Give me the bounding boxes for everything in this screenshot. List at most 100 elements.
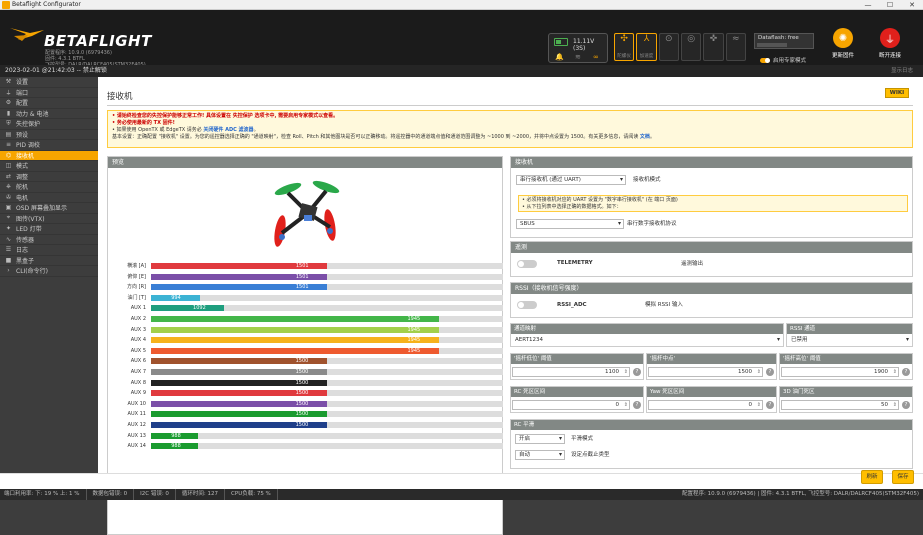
sidebar-item-7[interactable]: ≡ PID 调校 bbox=[0, 140, 98, 151]
channel-track: 1500 bbox=[151, 379, 503, 386]
mag-icon: ⊙ bbox=[658, 33, 679, 61]
sidebar-item-label: 黑盒子 bbox=[16, 257, 35, 265]
sidebar-item-label: 端口 bbox=[16, 89, 29, 97]
channel-row: 方向 [R] 1501 bbox=[108, 283, 504, 291]
channel-row: AUX 8 1500 bbox=[108, 379, 504, 387]
expert-mode[interactable]: 启用专家模式 bbox=[760, 56, 806, 64]
help-icon[interactable]: ? bbox=[766, 368, 774, 376]
sidebar-item-label: 失控保护 bbox=[16, 121, 41, 129]
sidebar-item-1[interactable]: ⚒ 设置 bbox=[0, 77, 98, 88]
wiki-button[interactable]: WIKI bbox=[885, 88, 909, 98]
stick-low-input[interactable]: 1100 bbox=[512, 367, 630, 377]
action-bar bbox=[0, 473, 923, 489]
help-icon[interactable]: ? bbox=[902, 401, 910, 409]
channel-row: 油门 [T] 994 bbox=[108, 294, 504, 302]
stick-center-input[interactable]: 1500 bbox=[648, 367, 763, 377]
show-log-link[interactable]: 显示日志 bbox=[891, 65, 913, 77]
receiver-note-1: • 必须将接收机对应的 UART 设置为 "数字串行接收机" (在 端口 页面) bbox=[522, 197, 678, 203]
usb-icon: ⏚ bbox=[880, 28, 900, 48]
deadband-3d-input[interactable]: 50 bbox=[781, 400, 899, 410]
rssi-adc-switch[interactable] bbox=[517, 301, 537, 309]
adc-filter-link[interactable]: 关闭硬件 ADC 滤波器 bbox=[203, 127, 253, 133]
channel-track: 1945 bbox=[151, 347, 503, 354]
channel-row: 横滚 [A] 1501 bbox=[108, 262, 504, 270]
serial-provider-select[interactable]: SBUS bbox=[516, 219, 624, 229]
sidebar-item-19[interactable]: › CLI(命令行) bbox=[0, 266, 98, 277]
refresh-button[interactable]: 刷新 bbox=[861, 470, 883, 484]
channel-value: 1501 bbox=[295, 263, 309, 269]
sidebar-item-13[interactable]: ▣ OSD 屏幕叠加显示 bbox=[0, 203, 98, 214]
smoothing-mode-select[interactable]: 开启 bbox=[515, 434, 565, 444]
disconnect-button[interactable]: ⏚ 断开连接 bbox=[873, 28, 907, 59]
close-button[interactable]: ✕ bbox=[901, 0, 923, 10]
rssi-channel-select[interactable]: 已禁用 bbox=[788, 336, 911, 346]
channel-map-input[interactable]: AERT1234 bbox=[512, 336, 782, 346]
osd-icon: ▣ bbox=[5, 204, 12, 212]
channel-value: 1500 bbox=[295, 422, 309, 428]
stick-center-group: '摇杆中点' 1500 ? bbox=[646, 353, 777, 380]
smoothing-cutoff-select[interactable]: 自动 bbox=[515, 450, 565, 460]
sidebar-item-12[interactable]: ✇ 电机 bbox=[0, 193, 98, 203]
help-icon[interactable]: ? bbox=[633, 368, 641, 376]
rssi-channel-header: RSSI 通道 bbox=[787, 324, 912, 334]
sidebar-item-15[interactable]: ✦ LED 灯带 bbox=[0, 224, 98, 235]
channel-row: AUX 11 1500 bbox=[108, 410, 504, 418]
rc-deadband-input[interactable]: 0 bbox=[512, 400, 630, 410]
rc-smoothing-header: RC 平滑 bbox=[511, 420, 912, 430]
sidebar-item-17[interactable]: ☰ 日志 bbox=[0, 245, 98, 256]
cpu-load: CPU负载: 75 % bbox=[231, 489, 278, 500]
receiver-mode-select[interactable]: 串行接收机 (通过 UART) bbox=[516, 175, 626, 185]
sidebar-item-16[interactable]: ∿ 传感器 bbox=[0, 235, 98, 245]
sidebar-item-14[interactable]: ⌖ 图传(VTX) bbox=[0, 214, 98, 224]
help-icon[interactable]: ? bbox=[766, 401, 774, 409]
help-icon[interactable]: ? bbox=[633, 401, 641, 409]
telemetry-switch[interactable] bbox=[517, 260, 537, 268]
docs-link[interactable]: 文档 bbox=[640, 134, 650, 140]
channel-track: 1500 bbox=[151, 422, 503, 428]
sidebar-item-6[interactable]: ▤ 预设 bbox=[0, 130, 98, 140]
smoothing-cutoff-label: 设定点截止类型 bbox=[571, 452, 610, 458]
motor-icon: ✇ bbox=[5, 193, 12, 201]
save-button[interactable]: 保存 bbox=[892, 470, 914, 484]
expert-mode-toggle[interactable] bbox=[760, 57, 770, 63]
sidebar-item-10[interactable]: ⇄ 调整 bbox=[0, 172, 98, 182]
note-line-2: • 务必使用最新的 TX 固件! bbox=[112, 120, 175, 126]
yaw-deadband-input[interactable]: 0 bbox=[648, 400, 763, 410]
stick-high-input[interactable]: 1900 bbox=[781, 367, 899, 377]
app-icon bbox=[2, 1, 10, 9]
sidebar-item-label: LED 灯带 bbox=[16, 226, 42, 234]
channel-label: AUX 5 bbox=[130, 347, 146, 354]
sidebar-item-9[interactable]: ◫ 模式 bbox=[0, 161, 98, 172]
channel-row: AUX 4 1945 bbox=[108, 336, 504, 344]
receiver-note: • 必须将接收机对应的 UART 设置为 "数字串行接收机" (在 端口 页面)… bbox=[518, 195, 908, 212]
battery-icon: ▮ bbox=[6, 109, 11, 117]
channel-value: 1945 bbox=[407, 326, 421, 333]
sidebar-item-2[interactable]: ⏚ 端口 bbox=[0, 88, 98, 98]
modes-icon: ◫ bbox=[5, 162, 12, 170]
channel-track: 1501 bbox=[151, 273, 503, 280]
sidebar-item-5[interactable]: ⛨ 失控保护 bbox=[0, 119, 98, 130]
sidebar-item-3[interactable]: ⚙ 配置 bbox=[0, 98, 98, 109]
maximize-button[interactable]: ☐ bbox=[879, 0, 901, 10]
led-icon: ✦ bbox=[5, 225, 12, 233]
rssi-channel-group: RSSI 通道 已禁用 bbox=[786, 323, 913, 347]
channel-value: 1945 bbox=[407, 316, 421, 322]
sidebar-item-8[interactable]: ⌬ 接收机 bbox=[0, 150, 98, 161]
channel-track: 994 bbox=[151, 294, 503, 301]
sidebar-item-11[interactable]: ⎈ 舵机 bbox=[0, 182, 98, 193]
channel-value: 1500 bbox=[295, 390, 309, 397]
sidebar-item-4[interactable]: ▮ 动力 & 电池 bbox=[0, 109, 98, 119]
channel-row: AUX 2 1945 bbox=[108, 315, 504, 323]
i2c-errors: I2C 错误: 0 bbox=[140, 489, 176, 500]
channel-track: 988 bbox=[151, 432, 503, 439]
rc-smoothing-group: RC 平滑 开启 平滑模式 自动 设定点截止类型 bbox=[510, 419, 913, 469]
rssi-adc-desc: 模拟 RSSI 输入 bbox=[645, 302, 683, 308]
baro-icon: ◎ bbox=[680, 33, 702, 61]
update-firmware-button[interactable]: ✺ 更新固件 bbox=[826, 28, 860, 59]
accel-icon: ⅄ 加速度 bbox=[636, 33, 657, 61]
help-icon[interactable]: ? bbox=[902, 368, 910, 376]
minimize-button[interactable]: — bbox=[857, 0, 879, 10]
channel-row: AUX 13 988 bbox=[108, 432, 504, 440]
stick-high-header: '摇杆高位' 阈值 bbox=[780, 354, 912, 364]
sidebar-item-18[interactable]: ■ 黑盒子 bbox=[0, 256, 98, 266]
